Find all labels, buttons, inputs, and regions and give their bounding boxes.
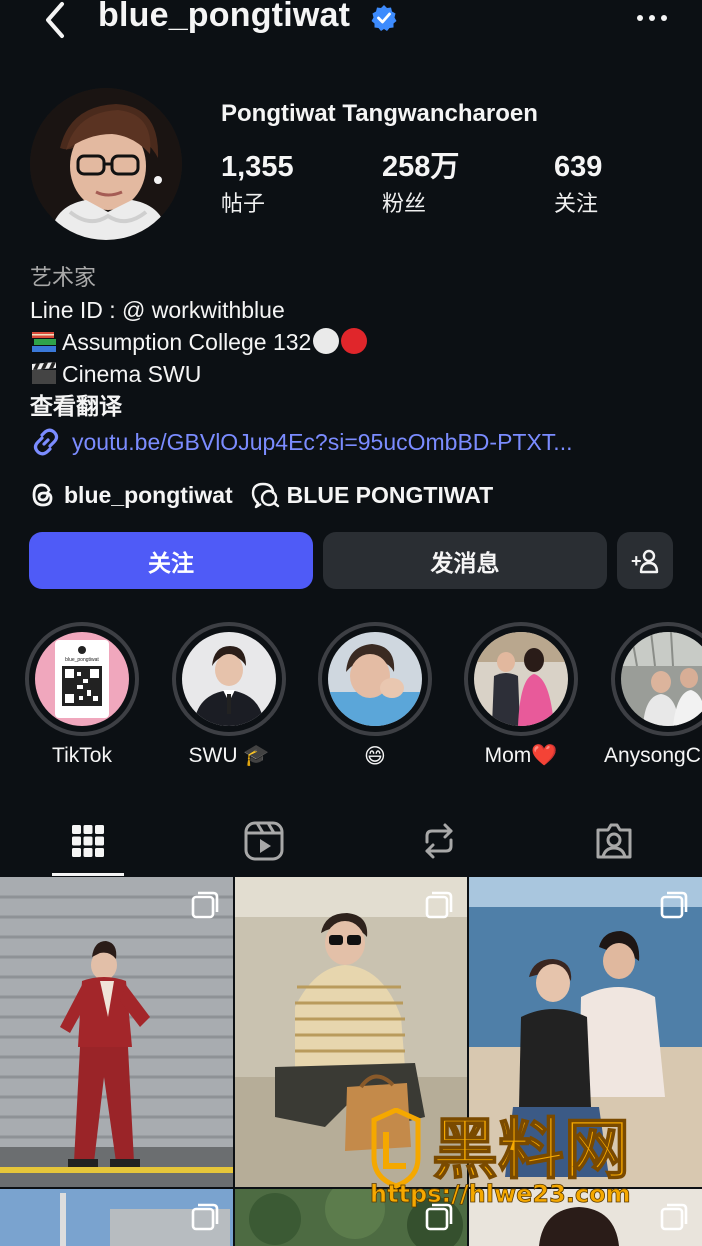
- suggested-accounts-button[interactable]: +: [617, 532, 673, 589]
- tab-reposts[interactable]: [351, 806, 527, 876]
- post-thumbnail[interactable]: [0, 877, 233, 1187]
- stat-followers[interactable]: 258万 粉丝: [382, 150, 459, 218]
- top-bar: blue_pongtiwat: [0, 0, 702, 40]
- stat-followers-count: 258万: [382, 151, 460, 183]
- external-link-text[interactable]: youtu.be/GBVlOJup4Ec?si=95ucOmbBD-PTXT..…: [72, 429, 572, 456]
- profile-avatar[interactable]: [30, 88, 182, 240]
- verified-badge-icon: [371, 5, 397, 31]
- highlight-label: SWU 🎓: [188, 744, 270, 767]
- carousel-icon: [425, 891, 453, 919]
- highlight-swu[interactable]: SWU 🎓: [171, 622, 287, 768]
- highlight-cover: [328, 632, 422, 726]
- highlight-label: Mom❤️: [484, 744, 558, 767]
- highlight-cover: blue_pongtiwat: [35, 632, 129, 726]
- broadcast-channel-icon[interactable]: [251, 481, 281, 509]
- highlight-label: 😄: [364, 745, 386, 768]
- post-thumbnail[interactable]: [469, 1189, 702, 1246]
- highlight-cover: [474, 632, 568, 726]
- threads-icon[interactable]: [30, 481, 56, 509]
- grid-icon: [72, 825, 104, 857]
- tab-posts-grid[interactable]: [0, 806, 176, 876]
- posts-grid: [0, 877, 702, 1246]
- highlight-label: AnysongC: [604, 744, 701, 767]
- svg-text:+: +: [631, 551, 642, 571]
- red-circle-icon: [341, 328, 368, 354]
- profile-tabs: [0, 806, 702, 876]
- profile-username: blue_pongtiwat: [98, 0, 351, 34]
- tab-tagged[interactable]: [526, 806, 702, 876]
- carousel-icon: [425, 1203, 453, 1231]
- carousel-icon: [191, 891, 219, 919]
- reels-icon: [244, 821, 284, 861]
- post-thumbnail[interactable]: [469, 877, 702, 1187]
- carousel-icon: [191, 1203, 219, 1231]
- highlight-anysong[interactable]: AnysongC: [604, 622, 702, 768]
- message-button[interactable]: 发消息: [323, 532, 607, 589]
- white-circle-icon: [313, 328, 340, 354]
- profile-page: blue_pongtiwat Pongtiwat Tangwancharoen …: [0, 0, 702, 1246]
- clapper-board-icon: [32, 362, 56, 384]
- repost-icon: [425, 823, 453, 859]
- highlight-tiktok[interactable]: blue_pongtiwat TikTok: [24, 622, 140, 768]
- more-options-icon[interactable]: [634, 8, 670, 28]
- books-icon: [32, 332, 56, 352]
- bio-school-text: Assumption College 132: [62, 329, 312, 355]
- carousel-icon: [660, 1203, 688, 1231]
- highlight-ring: blue_pongtiwat: [25, 622, 139, 736]
- tab-reels[interactable]: [176, 806, 352, 876]
- highlight-mom[interactable]: Mom❤️: [463, 622, 579, 768]
- full-name: Pongtiwat Tangwancharoen: [221, 100, 538, 127]
- bio-line-id: Line ID : @ workwithblue: [30, 297, 285, 323]
- bio: 艺术家 Line ID : @ workwithblue Assumption …: [30, 262, 690, 422]
- qr-caption: blue_pongtiwat: [65, 657, 99, 663]
- bio-school-line: Assumption College 132: [30, 326, 690, 358]
- external-link[interactable]: youtu.be/GBVlOJup4Ec?si=95ucOmbBD-PTXT..…: [30, 425, 690, 459]
- highlight-ring: [464, 622, 578, 736]
- bio-cinema-text: Cinema SWU: [62, 361, 202, 387]
- highlight-ring: [318, 622, 432, 736]
- tagged-person-icon: [596, 823, 632, 859]
- stat-following-count: 639: [554, 151, 603, 183]
- back-arrow-icon[interactable]: [38, 0, 72, 40]
- carousel-icon: [660, 891, 688, 919]
- stat-following-label: 关注: [554, 191, 599, 216]
- post-thumbnail[interactable]: [235, 877, 467, 1187]
- bio-cinema-line: Cinema SWU: [30, 358, 690, 390]
- follow-button[interactable]: 关注: [29, 532, 313, 589]
- category-label: 艺术家: [30, 265, 97, 290]
- stat-posts-label: 帖子: [221, 191, 266, 216]
- stat-followers-label: 粉丝: [382, 191, 427, 216]
- link-icon: [33, 428, 59, 456]
- highlight-ring: [611, 622, 702, 736]
- highlight-smile[interactable]: 😄: [317, 622, 433, 769]
- highlight-label: TikTok: [52, 744, 112, 767]
- add-person-icon: +: [631, 549, 659, 573]
- highlight-ring: [172, 622, 286, 736]
- channel-name[interactable]: BLUE PONGTIWAT: [287, 482, 494, 509]
- stat-following[interactable]: 639 关注: [554, 150, 602, 218]
- highlight-cover: [182, 632, 276, 726]
- highlight-cover: [621, 632, 702, 726]
- threads-handle[interactable]: blue_pongtiwat: [64, 482, 233, 509]
- post-thumbnail[interactable]: [0, 1189, 233, 1246]
- stat-posts[interactable]: 1,355 帖子: [221, 150, 294, 218]
- stat-posts-count: 1,355: [221, 151, 294, 183]
- see-translation-link[interactable]: 查看翻译: [30, 390, 690, 422]
- linked-accounts: blue_pongtiwat BLUE PONGTIWAT: [30, 478, 493, 512]
- post-thumbnail[interactable]: [235, 1189, 467, 1246]
